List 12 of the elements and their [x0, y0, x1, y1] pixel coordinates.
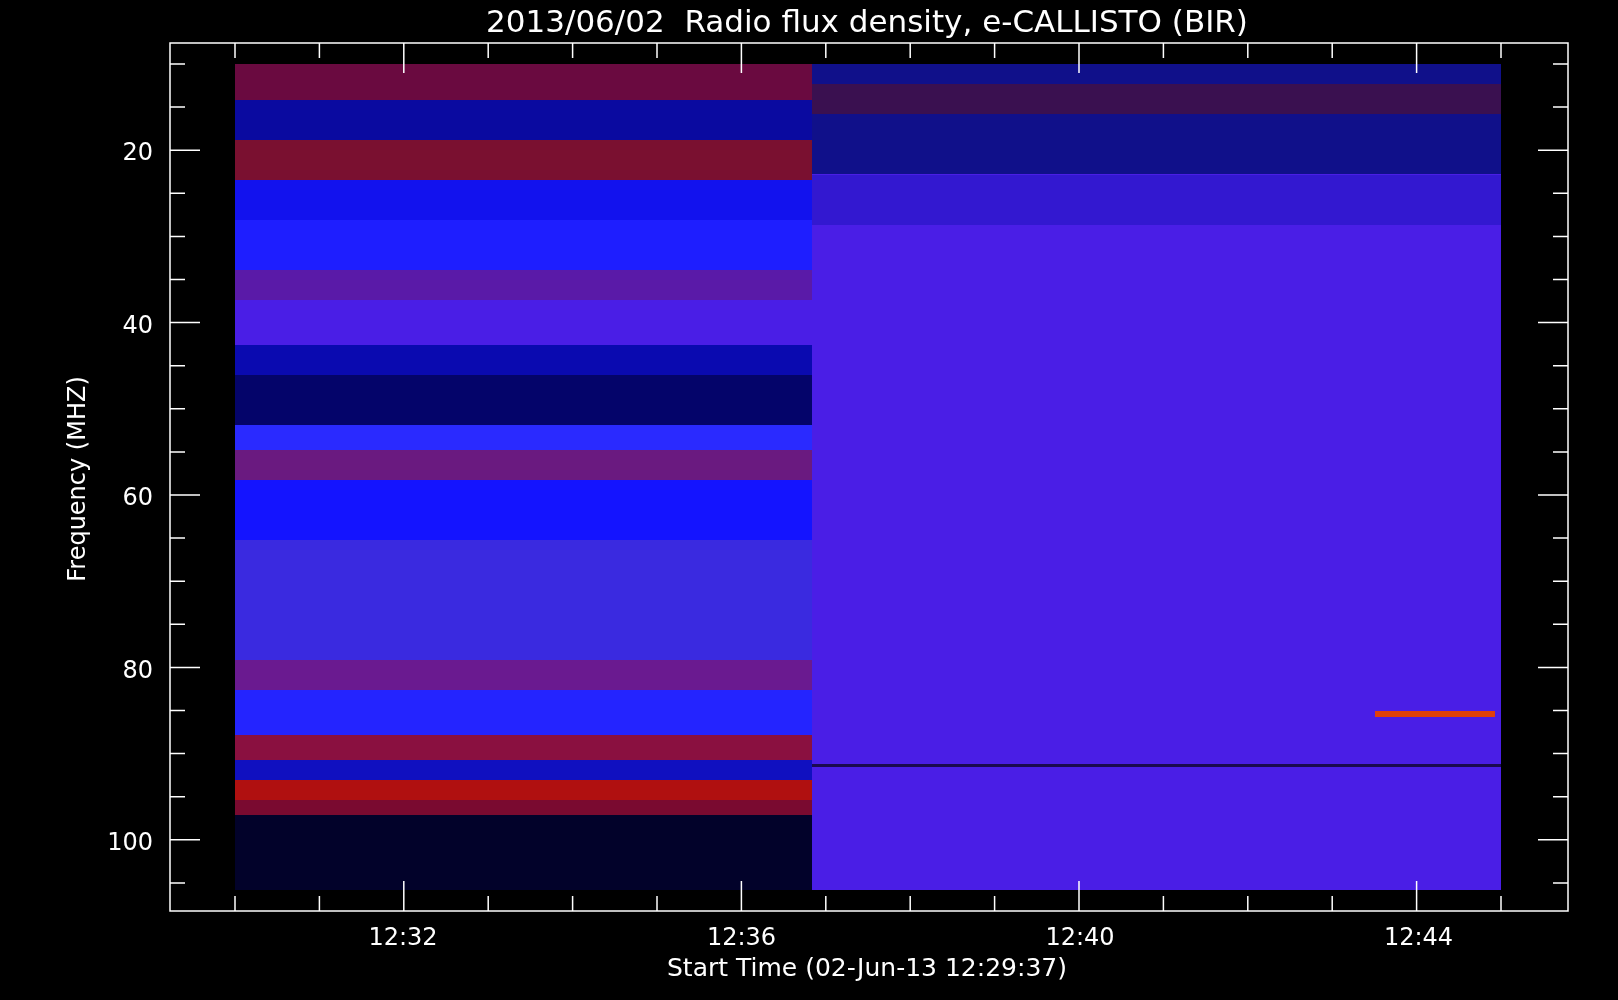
y-tick-label: 20	[122, 138, 153, 166]
x-tick-label: 12:40	[1045, 923, 1115, 951]
chart-title: 2013/06/02 Radio flux density, e-CALLISTO (BIR)	[486, 3, 1248, 39]
y-tick-label: 100	[107, 828, 153, 856]
x-tick-label: 12:44	[1383, 923, 1454, 951]
x-tick-label: 12:32	[368, 923, 438, 951]
y-tick-label: 60	[122, 483, 153, 511]
x-tick-label: 12:36	[706, 923, 777, 951]
y-tick-label: 80	[122, 655, 153, 684]
y-tick-label: 40	[122, 310, 153, 339]
x-axis-title: Start Time (02-Jun-13 12:29:37)	[667, 953, 1067, 982]
y-axis-title: Frequency (MHZ)	[63, 376, 91, 582]
